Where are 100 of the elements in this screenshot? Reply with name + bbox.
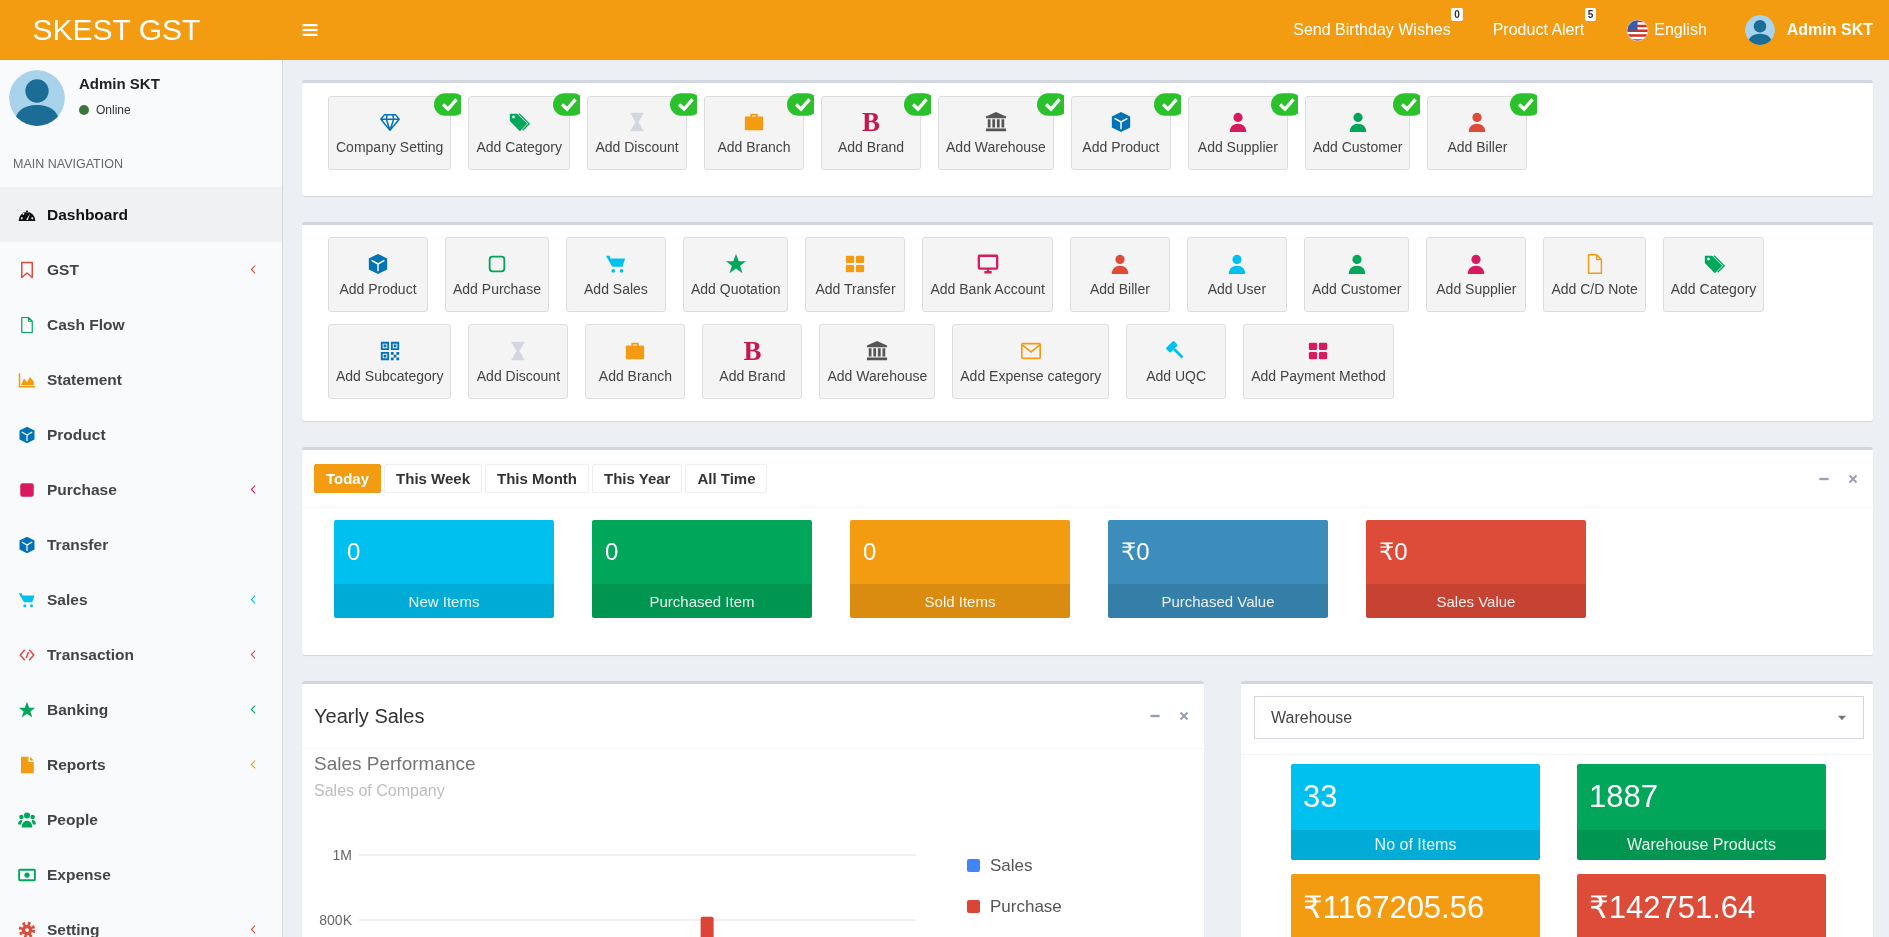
user-name: Admin SKT	[79, 75, 160, 92]
shortcut-button[interactable]: Add Expense category	[952, 324, 1110, 399]
letter-icon: B	[862, 111, 880, 133]
shortcut-button[interactable]: Add Payment Method	[1243, 324, 1394, 399]
cube-icon	[18, 535, 36, 554]
shortcut-button[interactable]: Add Warehouse	[819, 324, 936, 399]
diamond-icon	[378, 111, 401, 133]
shortcut-button[interactable]: Add Subcategory	[328, 324, 452, 399]
close-icon	[1178, 710, 1190, 722]
star-icon	[18, 700, 36, 719]
file-icon	[18, 315, 36, 334]
stat-footer: Purchased Value	[1108, 584, 1328, 618]
shortcut-button[interactable]: Add Bank Account	[922, 237, 1053, 312]
stat-value: ₹0	[1120, 537, 1151, 567]
shortcut-button[interactable]: Add Transfer	[805, 237, 906, 312]
shortcut-button[interactable]: Add Biller	[1427, 96, 1528, 170]
cube-icon	[1109, 111, 1132, 133]
stat-value: 0	[346, 537, 362, 567]
letter-icon: B	[743, 339, 762, 362]
shortcut-button[interactable]: Add Product	[328, 237, 428, 312]
shortcut-button[interactable]: Add Purchase	[445, 237, 549, 312]
shortcut-button[interactable]: Add Warehouse	[938, 96, 1054, 170]
stat-footer: New Items	[334, 584, 554, 618]
stat-footer: Purchased Item	[592, 584, 812, 618]
chart-title: Sales Performance	[314, 753, 477, 775]
shortcut-button[interactable]: Add Category	[468, 96, 570, 170]
status-dot	[79, 105, 89, 115]
shortcut-button[interactable]: B Add Brand	[702, 324, 803, 399]
users-icon	[18, 810, 36, 829]
nav-item[interactable]: Cash Flow	[0, 297, 282, 352]
shortcut-button[interactable]: Add Supplier	[1187, 96, 1288, 170]
bank-icon	[984, 111, 1007, 133]
period-tab[interactable]: This Week	[384, 464, 482, 493]
shortcut-button[interactable]: Add Branch	[704, 96, 804, 170]
stat-value: ₹1167205.56	[1302, 888, 1486, 927]
close-icon	[1847, 472, 1859, 485]
shortcut-button[interactable]: Add Product	[1070, 96, 1171, 170]
avatar	[1744, 15, 1775, 45]
flag-icon	[1626, 18, 1650, 42]
area-chart-icon	[18, 370, 36, 389]
shortcut-button[interactable]: Add Quotation	[682, 237, 789, 312]
nav-item[interactable]: Transfer	[0, 517, 282, 572]
shortcut-button[interactable]: Add Branch	[585, 324, 686, 399]
shortcut-button[interactable]: Add UQC	[1126, 324, 1227, 399]
section-heading: MAIN NAVIGATION	[12, 156, 124, 173]
shortcut-button[interactable]: Add Discount	[587, 96, 687, 170]
stat-footer: Sold Items	[850, 584, 1070, 618]
count-badge: 0	[1451, 8, 1463, 21]
stat-value: 0	[862, 537, 878, 567]
nav-item[interactable]: GST	[0, 242, 282, 297]
bookmark-icon	[18, 260, 36, 279]
shortcut-button[interactable]: Add User	[1186, 237, 1287, 312]
nav-item[interactable]: Transaction	[0, 627, 282, 682]
briefcase-icon	[743, 111, 765, 133]
nav-item[interactable]: Purchase	[0, 462, 282, 517]
tag-icon	[1702, 252, 1725, 275]
cart-icon	[18, 590, 36, 609]
nav-item[interactable]: Banking	[0, 682, 282, 737]
shortcut-button[interactable]: Company Setting	[328, 96, 452, 170]
axis-label: 800K	[319, 912, 352, 928]
panel-title: Yearly Sales	[314, 704, 425, 728]
stat-value: ₹142751.64	[1588, 888, 1757, 927]
period-tab[interactable]: This Month	[485, 464, 589, 493]
cube-icon	[18, 425, 36, 444]
cube-icon	[367, 252, 389, 275]
nav-item[interactable]: Expense	[0, 847, 282, 902]
stat-footer: Warehouse Products	[1577, 830, 1826, 860]
shortcut-button[interactable]: Add Supplier	[1426, 237, 1527, 312]
stat-value: 1887	[1588, 778, 1659, 816]
shortcut-button[interactable]: Add Category	[1662, 237, 1765, 312]
axis-label: 1M	[332, 847, 352, 863]
bank-icon	[866, 339, 889, 362]
shortcut-button[interactable]: B Add Brand	[821, 96, 921, 170]
nav-item[interactable]: Dashboard	[0, 187, 282, 242]
legend-label: Sales	[990, 856, 1033, 875]
shortcut-button[interactable]: Add Biller	[1069, 237, 1170, 312]
star-icon	[724, 252, 747, 275]
shortcut-button[interactable]: Add Discount	[468, 324, 569, 399]
nav-item[interactable]: Product	[0, 407, 282, 462]
nav-item[interactable]: Setting	[0, 902, 282, 937]
nav-item[interactable]: Reports	[0, 737, 282, 792]
tag-icon	[508, 111, 531, 133]
chart-subtitle: Sales of Company	[314, 782, 446, 800]
file-icon	[18, 755, 36, 774]
nav-item[interactable]: Statement	[0, 352, 282, 407]
square-icon	[18, 480, 36, 499]
nav-item[interactable]: Sales	[0, 572, 282, 627]
stat-value: 0	[604, 537, 620, 567]
stat-footer: Sales Value	[1366, 584, 1586, 618]
warehouse-select[interactable]: Warehouse	[1254, 696, 1864, 739]
shortcut-button[interactable]: Add C/D Note	[1543, 237, 1646, 312]
gear-icon	[18, 920, 36, 937]
qr-code-icon	[378, 339, 401, 362]
nav-item[interactable]: People	[0, 792, 282, 847]
shortcut-button[interactable]: Add Customer	[1303, 237, 1410, 312]
shortcut-button[interactable]: Add Customer	[1304, 96, 1411, 170]
period-tab[interactable]: This Year	[591, 464, 683, 493]
legend-label: Purchase	[990, 897, 1062, 916]
period-tab[interactable]: All Time	[685, 464, 768, 493]
shortcut-button[interactable]: Add Sales	[565, 237, 666, 312]
